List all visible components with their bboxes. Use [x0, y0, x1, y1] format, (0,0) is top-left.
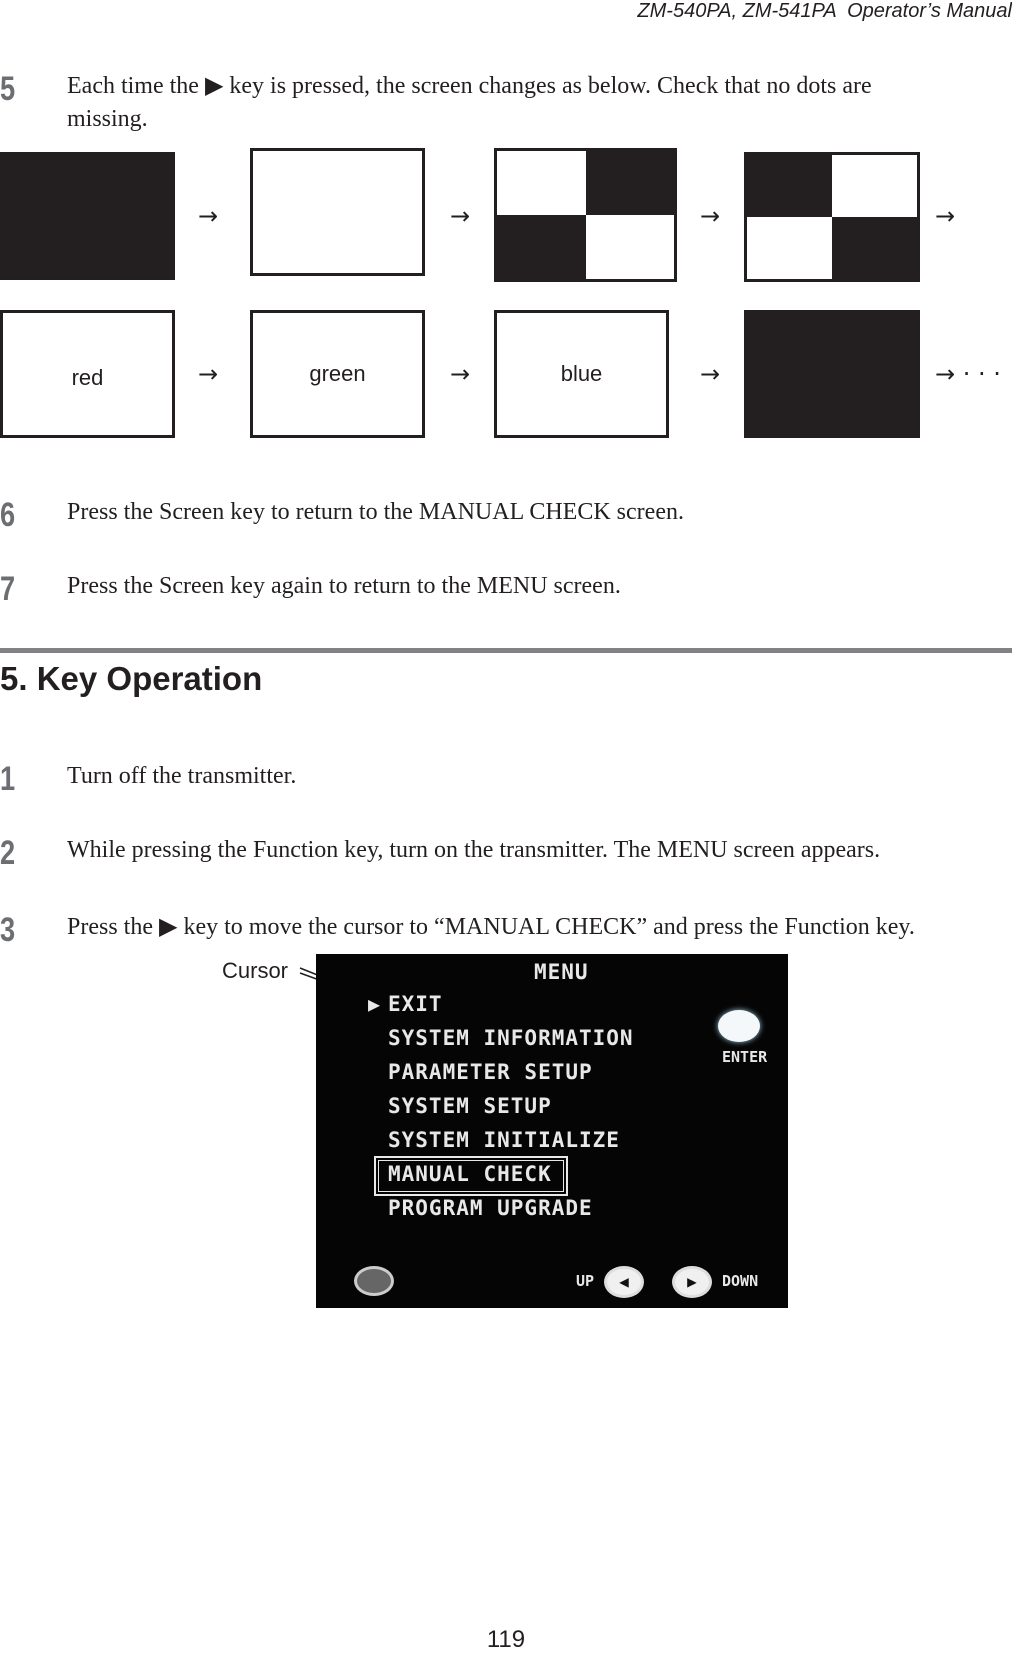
enter-label: ENTER	[722, 1048, 768, 1066]
down-label: DOWN	[722, 1272, 759, 1290]
cursor-icon: ▶	[368, 992, 381, 1016]
arrow-icon: →	[450, 360, 471, 388]
checker-cell	[832, 155, 917, 217]
pattern-black	[0, 152, 175, 280]
pattern-label: blue	[560, 361, 603, 386]
step-number: 6	[0, 496, 16, 534]
menu-item-system-setup[interactable]: SYSTEM SETUP	[388, 1094, 552, 1118]
checker-cell	[747, 155, 832, 217]
step-number: 2	[0, 834, 16, 872]
menu-item-manual-check[interactable]: MANUAL CHECK	[388, 1162, 552, 1186]
down-right-arrow-icon[interactable]: ▶	[672, 1266, 712, 1298]
pattern-checker-b	[744, 152, 920, 282]
pattern-green: green	[250, 310, 425, 438]
step-number: 5	[0, 70, 16, 108]
pattern-blue: blue	[494, 310, 669, 438]
step-text: Each time the ▶ key is pressed, the scre…	[67, 70, 1007, 136]
screen-key-icon[interactable]	[354, 1266, 394, 1296]
step-number: 1	[0, 760, 16, 798]
step-number: 3	[0, 911, 16, 949]
pattern-red: red	[0, 310, 175, 438]
arrow-icon: →	[935, 202, 956, 230]
step-text: Press the Screen key to return to the MA…	[67, 499, 684, 525]
menu-item-parameter-setup[interactable]: PARAMETER SETUP	[388, 1060, 593, 1084]
cursor-callout-label: Cursor	[222, 958, 289, 983]
menu-item-exit[interactable]: EXIT	[388, 992, 443, 1016]
menu-item-system-information[interactable]: SYSTEM INFORMATION	[388, 1026, 634, 1050]
step-text: Turn off the transmitter.	[67, 763, 297, 789]
menu-title: MENU	[534, 960, 589, 984]
menu-screen: MENU ▶ EXIT SYSTEM INFORMATION PARAMETER…	[316, 954, 788, 1308]
arrow-icon: →	[198, 360, 219, 388]
checker-cell	[497, 151, 586, 215]
enter-button-icon[interactable]	[718, 1010, 760, 1042]
arrow-icon: →	[198, 202, 219, 230]
pattern-checker-a	[494, 148, 677, 282]
section-title: 5. Key Operation	[0, 660, 263, 697]
menu-item-system-initialize[interactable]: SYSTEM INITIALIZE	[388, 1128, 620, 1152]
pattern-label: red	[71, 365, 104, 390]
pattern-black-end	[744, 310, 920, 438]
menu-item-program-upgrade[interactable]: PROGRAM UPGRADE	[388, 1196, 593, 1220]
checker-cell	[585, 151, 674, 215]
step-number: 7	[0, 570, 16, 608]
continue-arrow-icon: → · · ·	[935, 360, 1001, 388]
pattern-label: green	[309, 361, 366, 386]
arrow-icon: →	[450, 202, 471, 230]
pattern-white	[250, 148, 425, 276]
checker-cell	[832, 217, 917, 279]
checker-cell	[497, 215, 586, 279]
step-text: While pressing the Function key, turn on…	[67, 837, 881, 863]
up-left-arrow-icon[interactable]: ◀	[604, 1266, 644, 1298]
checker-cell	[747, 217, 832, 279]
page-number: 119	[486, 1626, 526, 1653]
section-divider	[0, 648, 1012, 653]
step-text: Press the ▶ key to move the cursor to “M…	[67, 914, 915, 940]
step-text: Press the Screen key again to return to …	[67, 573, 621, 599]
manual-header: ZM-540PA, ZM-541PA Operator’s Manual	[637, 0, 1012, 22]
step-text-line: Each time the ▶ key is pressed, the scre…	[67, 73, 872, 99]
checker-cell	[585, 215, 674, 279]
arrow-icon: →	[700, 360, 721, 388]
up-label: UP	[576, 1272, 595, 1290]
arrow-icon: →	[700, 202, 721, 230]
step-text-line: missing.	[67, 106, 148, 132]
